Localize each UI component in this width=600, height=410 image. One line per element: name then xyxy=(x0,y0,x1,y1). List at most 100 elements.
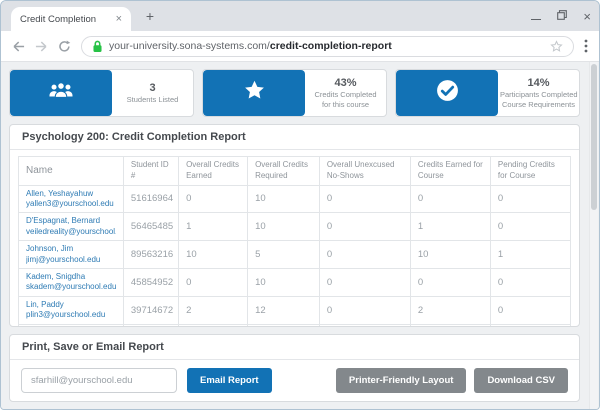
student-email-link[interactable]: jimj@yourschool.edu xyxy=(26,255,116,265)
total-label-cell: TOTAL xyxy=(19,324,124,326)
footer-card: Print, Save or Email Report Email Report… xyxy=(9,334,580,402)
value-cell: 12 xyxy=(248,296,320,324)
stat-card: 43%Credits Completedfor this course xyxy=(202,69,387,117)
printer-friendly-button[interactable]: Printer-Friendly Layout xyxy=(336,368,467,393)
column-header: Credits Earned for Course xyxy=(410,157,490,186)
stat-value: 3 xyxy=(114,82,191,94)
browser-window: Credit Completion × + × your-university.… xyxy=(0,0,600,410)
value-cell: 5 xyxy=(248,241,320,269)
student-name-link[interactable]: Allen, Yeshayahuw xyxy=(26,189,116,199)
url-path: credit-completion-report xyxy=(270,40,392,52)
stat-card: 14%Participants CompletedCourse Requirem… xyxy=(395,69,580,117)
student-email-link[interactable]: veiledreality@yourschool.edu xyxy=(26,227,116,237)
total-value-cell: 1 xyxy=(490,324,570,326)
value-cell: 1 xyxy=(410,213,490,241)
value-cell: 0 xyxy=(490,268,570,296)
reload-button[interactable] xyxy=(58,40,71,53)
url-text: your-university.sona-systems.com/credit-… xyxy=(109,40,392,52)
value-cell: 0 xyxy=(179,185,248,213)
email-report-button[interactable]: Email Report xyxy=(187,368,272,393)
scrollbar-thumb[interactable] xyxy=(591,64,597,210)
column-header: Student ID # xyxy=(123,157,178,186)
window-controls: × xyxy=(531,1,591,31)
footer-controls: Email Report Printer-Friendly Layout Dow… xyxy=(10,360,579,401)
value-cell: 0 xyxy=(319,268,410,296)
total-value-cell: 13 xyxy=(179,324,248,326)
student-name-link[interactable]: Johnson, Jim xyxy=(26,244,116,254)
stats-row: 3Students Listed 43%Credits Completedfor … xyxy=(9,69,580,117)
stat-label: Credits Completed xyxy=(307,90,384,100)
users-icon xyxy=(48,82,74,104)
table-row: Allen, Yeshayahuwyallen3@yourschool.edu5… xyxy=(19,185,571,213)
stat-label: for this course xyxy=(307,100,384,110)
total-value-cell: 13 xyxy=(410,324,490,326)
lock-icon xyxy=(92,40,103,53)
student-id-cell: 89563216 xyxy=(123,241,178,269)
total-row: TOTAL13470131 xyxy=(19,324,571,326)
table-row: Lin, Paddyplin3@yourschool.edu3971467221… xyxy=(19,296,571,324)
name-cell: Johnson, Jimjimj@yourschool.edu xyxy=(19,241,124,269)
value-cell: 0 xyxy=(179,268,248,296)
restore-button[interactable] xyxy=(557,7,567,25)
value-cell: 0 xyxy=(410,185,490,213)
tab-strip: Credit Completion × + × xyxy=(1,1,599,31)
student-id-cell: 45854952 xyxy=(123,268,178,296)
forward-button[interactable] xyxy=(35,40,48,53)
stat-card: 3Students Listed xyxy=(9,69,194,117)
header-row: NameStudent ID #Overall Credits EarnedOv… xyxy=(19,157,571,186)
email-input[interactable] xyxy=(21,368,177,393)
total-value-cell: 0 xyxy=(319,324,410,326)
value-cell: 10 xyxy=(248,185,320,213)
stat-icon-box xyxy=(396,70,498,116)
name-cell: D'Espagnat, Bernardveiledreality@yoursch… xyxy=(19,213,124,241)
page-content: 3Students Listed 43%Credits Completedfor … xyxy=(1,62,599,409)
close-window-button[interactable]: × xyxy=(583,10,591,23)
student-email-link[interactable]: skadem@yourschool.edu xyxy=(26,282,116,292)
table-row: Johnson, Jimjimj@yourschool.edu895632161… xyxy=(19,241,571,269)
student-name-link[interactable]: Lin, Paddy xyxy=(26,300,116,310)
minimize-button[interactable] xyxy=(531,19,541,20)
value-cell: 0 xyxy=(490,296,570,324)
new-tab-button[interactable]: + xyxy=(141,8,159,26)
column-header: Overall Credits Required xyxy=(248,157,320,186)
back-button[interactable] xyxy=(12,40,25,53)
report-table-wrap: NameStudent ID #Overall Credits EarnedOv… xyxy=(10,150,579,326)
stat-text: 43%Credits Completedfor this course xyxy=(305,70,386,116)
column-header: Overall Credits Earned xyxy=(179,157,248,186)
value-cell: 10 xyxy=(179,241,248,269)
name-cell: Allen, Yeshayahuwyallen3@yourschool.edu xyxy=(19,185,124,213)
menu-dots-icon[interactable] xyxy=(584,39,588,53)
student-id-cell: 39714672 xyxy=(123,296,178,324)
student-name-link[interactable]: D'Espagnat, Bernard xyxy=(26,216,116,226)
value-cell: 2 xyxy=(179,296,248,324)
table-row: Kadem, Snigdhaskadem@yourschool.edu 45854… xyxy=(19,268,571,296)
stat-icon-box xyxy=(10,70,112,116)
value-cell: 0 xyxy=(319,241,410,269)
bookmark-star-icon[interactable] xyxy=(550,40,563,53)
value-cell: 0 xyxy=(410,268,490,296)
footer-title: Print, Save or Email Report xyxy=(10,335,579,360)
student-email-link[interactable]: plin3@yourschool.edu xyxy=(26,310,116,320)
value-cell: 0 xyxy=(490,213,570,241)
check-circle-icon xyxy=(435,78,460,108)
table-row: D'Espagnat, Bernardveiledreality@yoursch… xyxy=(19,213,571,241)
download-csv-button[interactable]: Download CSV xyxy=(474,368,568,393)
stat-icon-box xyxy=(203,70,305,116)
value-cell: 1 xyxy=(490,241,570,269)
stat-text: 14%Participants CompletedCourse Requirem… xyxy=(498,70,579,116)
value-cell: 0 xyxy=(319,213,410,241)
total-value-cell: 47 xyxy=(248,324,320,326)
browser-tab[interactable]: Credit Completion × xyxy=(11,7,131,31)
tab-close-icon[interactable]: × xyxy=(116,14,122,25)
column-header: Overall Unexcused No-Shows xyxy=(319,157,410,186)
column-header: Pending Credits for Course xyxy=(490,157,570,186)
page-scrollbar[interactable] xyxy=(589,62,598,409)
student-name-link[interactable]: Kadem, Snigdha xyxy=(26,272,116,282)
tab-title: Credit Completion xyxy=(20,14,116,25)
stat-label: Students Listed xyxy=(114,95,191,105)
url-bar[interactable]: your-university.sona-systems.com/credit-… xyxy=(81,36,574,57)
student-email-link[interactable]: yallen3@yourschool.edu xyxy=(26,199,116,209)
star-icon xyxy=(243,79,266,107)
stat-label: Participants Completed xyxy=(500,90,577,100)
value-cell: 2 xyxy=(410,296,490,324)
